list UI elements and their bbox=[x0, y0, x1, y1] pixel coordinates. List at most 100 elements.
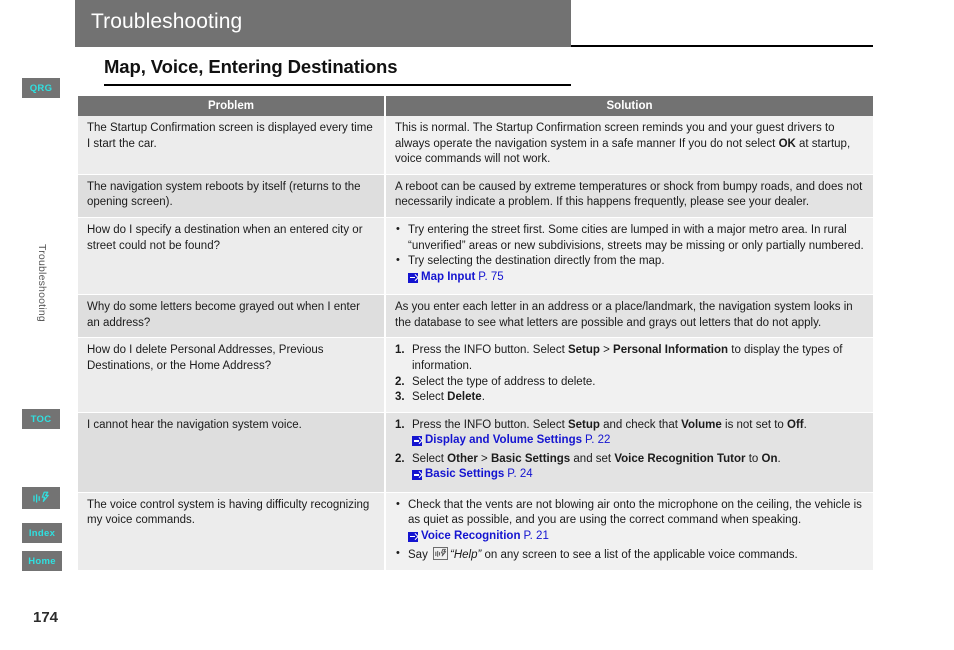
jump-arrow-icon bbox=[408, 272, 418, 283]
section-rule bbox=[104, 84, 571, 86]
section-title: Map, Voice, Entering Destinations bbox=[104, 56, 398, 77]
step-emphasis: Volume bbox=[681, 418, 722, 431]
column-header-solution: Solution bbox=[385, 96, 873, 116]
cell-problem: Why do some letters become grayed out wh… bbox=[78, 294, 386, 339]
solution-step-list: Press the INFO button. Select Setup and … bbox=[395, 418, 864, 486]
bullet-item: Check that the vents are not blowing air… bbox=[395, 497, 864, 548]
step-item: Select Delete. bbox=[395, 390, 864, 406]
bullet-text: Say bbox=[408, 549, 432, 562]
table-row: The voice control system is having diffi… bbox=[78, 492, 873, 571]
page-title: Troubleshooting bbox=[91, 10, 243, 33]
sidebar-tab-home-label: Home bbox=[28, 555, 56, 567]
bullet-text: Check that the vents are not blowing air… bbox=[408, 498, 862, 527]
sidebar-tab-index[interactable]: Index bbox=[22, 523, 62, 543]
sidebar-tab-toc-label: TOC bbox=[30, 413, 52, 425]
step-text: . bbox=[481, 391, 485, 404]
cell-solution: As you enter each letter in an address o… bbox=[385, 294, 873, 339]
bullet-item: Say “Help” on any screen to see bbox=[395, 546, 864, 564]
cell-solution: Press the INFO button. Select Setup and … bbox=[385, 412, 873, 493]
header-rule bbox=[571, 45, 873, 47]
step-text: Press the INFO button. Select bbox=[412, 344, 568, 357]
cell-problem: I cannot hear the navigation system voic… bbox=[78, 412, 386, 493]
column-header-problem: Problem bbox=[78, 96, 386, 116]
solution-emphasis: OK bbox=[778, 137, 796, 150]
table-row: The navigation system reboots by itself … bbox=[78, 174, 873, 218]
table-row: I cannot hear the navigation system voic… bbox=[78, 412, 873, 493]
step-text: and set bbox=[570, 452, 615, 465]
cross-reference-page: P. 22 bbox=[585, 434, 611, 447]
step-text: Press the INFO button. Select bbox=[412, 418, 568, 431]
cell-problem: How do I specify a destination when an e… bbox=[78, 217, 386, 296]
cross-reference-link[interactable]: Display and Volume Settings P. 22 bbox=[412, 433, 610, 449]
cross-reference-page: P. 21 bbox=[523, 529, 549, 542]
step-text: is not set to bbox=[721, 418, 788, 431]
step-emphasis: Setup bbox=[567, 344, 600, 357]
cell-solution: This is normal. The Startup Confirmation… bbox=[385, 116, 873, 175]
voice-icon bbox=[32, 491, 50, 505]
jump-arrow-icon bbox=[412, 436, 422, 447]
cross-reference-link[interactable]: Map Input P. 75 bbox=[408, 270, 504, 286]
step-emphasis: Setup bbox=[567, 418, 600, 431]
cross-reference-label: Voice Recognition bbox=[421, 529, 521, 542]
step-emphasis: Personal Information bbox=[613, 344, 729, 357]
bullet-text: Try selecting the destination directly f… bbox=[408, 255, 665, 268]
step-item: Press the INFO button. Select Setup and … bbox=[395, 418, 864, 452]
table-row: How do I delete Personal Addresses, Prev… bbox=[78, 337, 873, 413]
step-emphasis: Other bbox=[447, 452, 478, 465]
bullet-item: Try selecting the destination directly f… bbox=[395, 253, 864, 288]
cross-reference-page: P. 75 bbox=[478, 270, 504, 283]
bullet-item: Try entering the street first. Some citi… bbox=[395, 222, 864, 254]
step-emphasis: Delete bbox=[447, 391, 482, 404]
step-item: Select the type of address to delete. bbox=[395, 375, 596, 390]
step-text: > bbox=[599, 344, 614, 357]
step-text: . bbox=[803, 418, 807, 431]
sidebar-tab-index-label: Index bbox=[28, 527, 56, 539]
cell-solution: Check that the vents are not blowing air… bbox=[385, 492, 873, 571]
cell-solution: Press the INFO button. Select Setup > Pe… bbox=[385, 337, 873, 413]
step-text: Select bbox=[412, 391, 448, 404]
page-header-bar: Troubleshooting bbox=[75, 0, 571, 47]
solution-step-list: Press the INFO button. Select Setup > Pe… bbox=[395, 343, 864, 405]
jump-arrow-icon bbox=[408, 531, 418, 542]
step-item: Press the INFO button. Select Setup > Pe… bbox=[395, 343, 864, 374]
table-row: The Startup Confirmation screen is displ… bbox=[78, 116, 873, 175]
sidebar-tab-voice[interactable] bbox=[22, 487, 60, 509]
cell-solution: A reboot can be caused by extreme temper… bbox=[385, 174, 873, 218]
troubleshooting-table: Problem Solution The Startup Confirmatio… bbox=[78, 96, 873, 571]
table-header-row: Problem Solution bbox=[78, 96, 873, 116]
cell-solution: Try entering the street first. Some citi… bbox=[385, 217, 873, 296]
cross-reference-page: P. 24 bbox=[507, 468, 533, 481]
voice-icon bbox=[433, 547, 449, 561]
sidebar-tab-qrg[interactable]: QRG bbox=[22, 78, 60, 98]
step-emphasis: Basic Settings bbox=[490, 452, 571, 465]
cross-reference-link[interactable]: Voice Recognition P. 21 bbox=[408, 529, 549, 545]
cell-problem: The Startup Confirmation screen is displ… bbox=[78, 116, 386, 175]
sidebar-tab-toc[interactable]: TOC bbox=[22, 409, 60, 429]
step-text: and check that bbox=[599, 418, 682, 431]
step-item: Select Other > Basic Settings and set Vo… bbox=[395, 452, 864, 486]
table-row: How do I specify a destination when an e… bbox=[78, 217, 873, 296]
solution-text-part: This is normal. The Startup Confirmation… bbox=[395, 122, 835, 150]
page-root: Troubleshooting Map, Voice, Entering Des… bbox=[0, 0, 954, 650]
page-number: 174 bbox=[33, 609, 59, 626]
sidebar-tab-home[interactable]: Home bbox=[22, 551, 62, 571]
step-emphasis: On bbox=[761, 452, 778, 465]
solution-bullet-list: Check that the vents are not blowing air… bbox=[395, 497, 864, 564]
sidebar-vertical-chapter-label: Troubleshooting bbox=[36, 244, 48, 322]
solution-bullet-list: Try entering the street first. Some citi… bbox=[395, 222, 864, 288]
sidebar-tab-qrg-label: QRG bbox=[29, 82, 53, 94]
step-text: to bbox=[745, 452, 762, 465]
jump-arrow-icon bbox=[412, 470, 422, 481]
cross-reference-label: Basic Settings bbox=[425, 468, 505, 481]
step-text: . bbox=[777, 452, 781, 465]
cell-problem: The voice control system is having diffi… bbox=[78, 492, 386, 571]
cell-problem: How do I delete Personal Addresses, Prev… bbox=[78, 337, 386, 413]
step-emphasis: Off bbox=[787, 418, 804, 431]
cross-reference-label: Display and Volume Settings bbox=[425, 434, 582, 447]
cross-reference-link[interactable]: Basic Settings P. 24 bbox=[412, 467, 533, 483]
bullet-quoted-command: “Help” bbox=[450, 549, 482, 562]
step-text: > bbox=[477, 452, 491, 465]
table-row: Why do some letters become grayed out wh… bbox=[78, 294, 873, 339]
cell-problem: The navigation system reboots by itself … bbox=[78, 174, 386, 218]
cross-reference-label: Map Input bbox=[421, 270, 476, 283]
